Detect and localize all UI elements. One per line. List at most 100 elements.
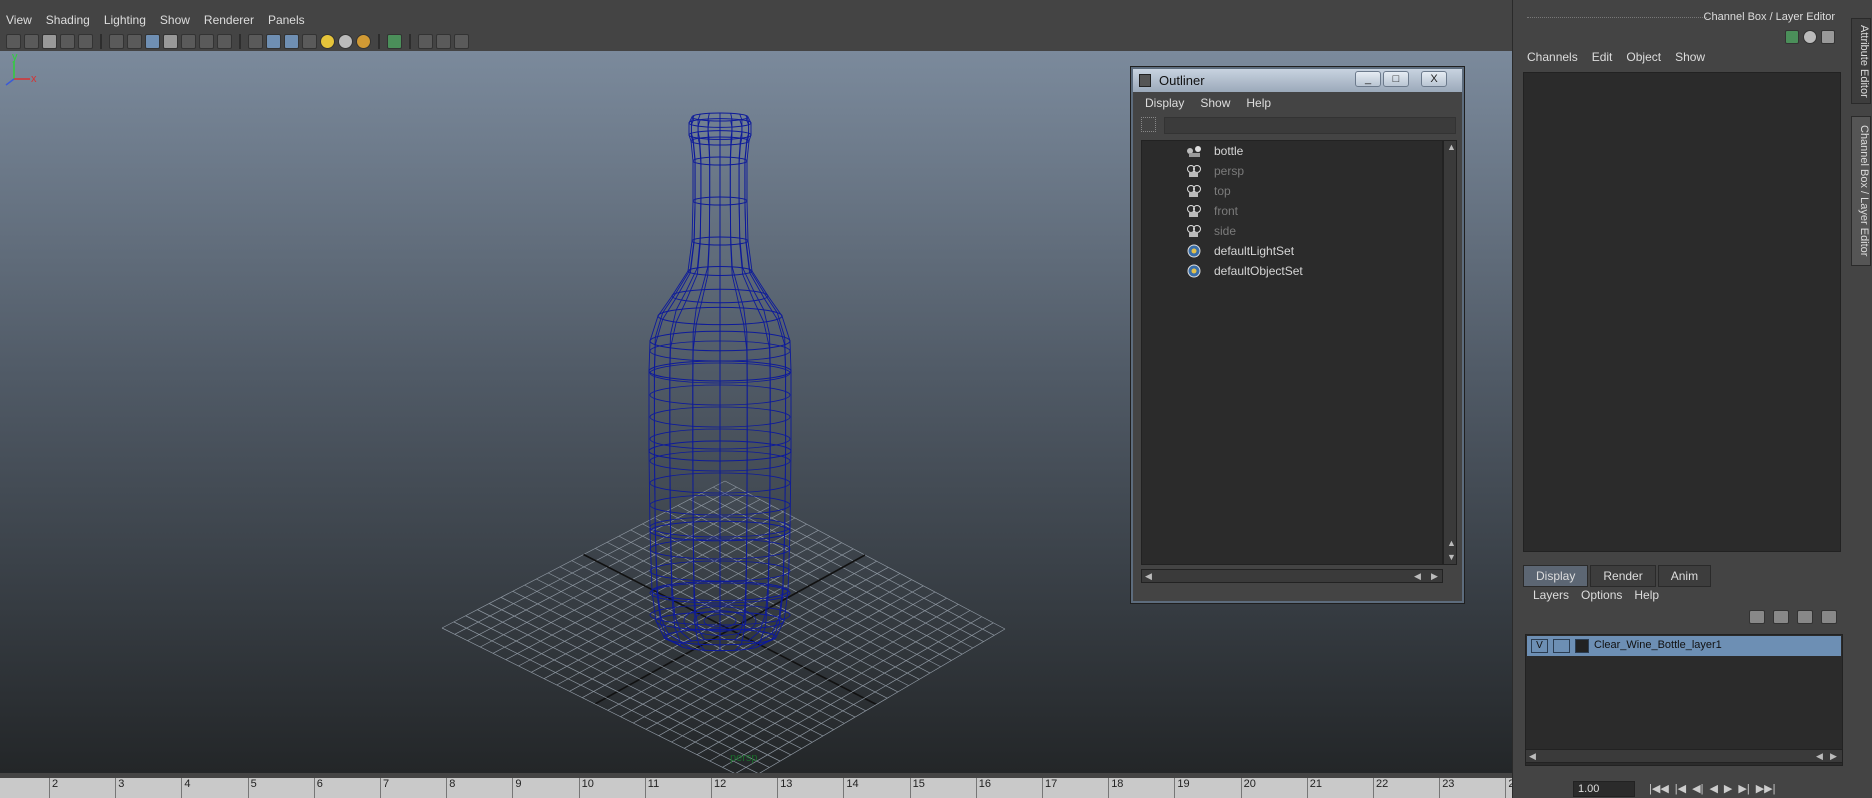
xray-icon[interactable] [418,33,433,49]
new-empty-layer-icon[interactable] [1797,610,1813,624]
scroll-left-icon[interactable]: ◀ [1145,572,1152,581]
resolution-gate-icon[interactable] [145,33,160,49]
new-layer-from-selection-icon[interactable] [1821,610,1837,624]
menu-panels[interactable]: Panels [268,13,305,27]
use-all-lights-icon[interactable] [320,33,335,49]
go-to-end-icon[interactable]: ▶▶| [1756,782,1776,795]
le-menu-help[interactable]: Help [1634,588,1659,602]
wireframe-on-shaded-icon[interactable] [284,33,299,49]
hyperbolic-icon[interactable] [1821,30,1835,44]
tab-render[interactable]: Render [1590,565,1656,587]
two-d-pan-zoom-icon[interactable] [78,33,93,49]
timeline-tick: 19 [1174,778,1190,798]
tab-anim[interactable]: Anim [1657,565,1712,587]
le-menu-options[interactable]: Options [1581,588,1622,602]
channel-box-body[interactable] [1523,72,1841,552]
drag-handle-icon[interactable] [1527,17,1707,19]
step-forward-frame-icon[interactable]: ▶| [1738,782,1749,795]
outliner-menu-show[interactable]: Show [1200,96,1230,110]
menu-lighting[interactable]: Lighting [104,13,146,27]
safe-action-icon[interactable] [199,33,214,49]
outliner-search-input[interactable] [1164,117,1456,134]
maximize-button[interactable]: □ [1383,71,1409,87]
outliner-menu-display[interactable]: Display [1145,96,1184,110]
outliner-item-defaultLightSet[interactable]: defaultLightSet [1142,241,1442,261]
layer-playback-toggle[interactable] [1553,639,1570,653]
outliner-item-label: front [1214,204,1239,218]
safe-title-icon[interactable] [217,33,232,49]
outliner-titlebar[interactable]: Outliner _ □ X [1133,69,1462,92]
filter-icon[interactable] [1141,117,1156,132]
outliner-item-side[interactable]: side [1142,221,1442,241]
time-slider[interactable]: 23456789101112131415161718192021222324 [0,778,1521,798]
toolbar-separator [100,33,102,49]
scroll-left-icon[interactable]: ◀ [1414,572,1421,581]
bookmarks-icon[interactable] [42,33,57,49]
select-camera-icon[interactable] [6,33,21,49]
outliner-item-defaultObjectSet[interactable]: defaultObjectSet [1142,261,1442,281]
smooth-shade-icon[interactable] [266,33,281,49]
outliner-vertical-scrollbar[interactable]: ▲ ▲ ▼ [1443,140,1457,565]
step-back-key-icon[interactable]: |◀ [1675,782,1686,795]
tab-display[interactable]: Display [1523,565,1589,587]
speed-icon[interactable] [1803,30,1817,44]
move-layer-up-icon[interactable] [1749,610,1765,624]
minimize-button[interactable]: _ [1355,71,1381,87]
outliner-menu-help[interactable]: Help [1246,96,1271,110]
current-frame-field[interactable] [1573,781,1635,797]
gate-mask-icon[interactable] [163,33,178,49]
le-menu-layers[interactable]: Layers [1533,588,1569,602]
image-plane-icon[interactable] [60,33,75,49]
isolate-select-icon[interactable] [387,33,402,49]
move-layer-down-icon[interactable] [1773,610,1789,624]
layer-horizontal-scrollbar[interactable]: ◀ ◀ ▶ [1525,749,1843,763]
outliner-item-persp[interactable]: persp [1142,161,1442,181]
cb-menu-object[interactable]: Object [1626,50,1661,64]
scroll-right-icon[interactable]: ▶ [1830,752,1837,761]
outliner-list[interactable]: bottle persp top front side defaultLightSet de… [1141,140,1443,565]
play-backward-icon[interactable]: ◀ [1709,782,1717,795]
outliner-horizontal-scrollbar[interactable]: ◀ ◀ ▶ [1141,569,1443,583]
close-button[interactable]: X [1421,71,1447,87]
scroll-left-icon[interactable]: ◀ [1816,752,1823,761]
textured-icon[interactable] [302,33,317,49]
outliner-item-top[interactable]: top [1142,181,1442,201]
camera-attributes-icon[interactable] [24,33,39,49]
tab-attribute-editor[interactable]: Attribute Editor [1851,18,1871,104]
scroll-left-icon[interactable]: ◀ [1529,752,1536,761]
layer-color-swatch[interactable] [1575,639,1589,653]
go-to-start-icon[interactable]: |◀◀ [1649,782,1669,795]
outliner-item-bottle[interactable]: bottle [1142,141,1442,161]
high-quality-icon[interactable] [356,33,371,49]
manipulator-icon[interactable] [1785,30,1799,44]
film-gate-icon[interactable] [127,33,142,49]
timeline-tick: 4 [181,778,191,798]
wireframe-icon[interactable] [248,33,263,49]
field-chart-icon[interactable] [181,33,196,49]
outliner-item-front[interactable]: front [1142,201,1442,221]
xray-joints-icon[interactable] [436,33,451,49]
layer-list[interactable]: V Clear_Wine_Bottle_layer1 [1525,634,1843,766]
menu-show[interactable]: Show [160,13,190,27]
menu-shading[interactable]: Shading [46,13,90,27]
shadows-icon[interactable] [338,33,353,49]
outliner-window[interactable]: Outliner _ □ X Display Show Help bottle p… [1130,66,1465,604]
menu-view[interactable]: View [6,13,32,27]
outliner-item-label: defaultLightSet [1214,244,1295,258]
scroll-up-icon[interactable]: ▲ [1447,539,1456,548]
grid-icon[interactable] [109,33,124,49]
node-editor-icon[interactable] [454,33,469,49]
cb-menu-edit[interactable]: Edit [1592,50,1613,64]
layer-name[interactable]: Clear_Wine_Bottle_layer1 [1594,639,1722,651]
cb-menu-show[interactable]: Show [1675,50,1705,64]
menu-renderer[interactable]: Renderer [204,13,254,27]
layer-visibility-toggle[interactable]: V [1531,639,1548,653]
scroll-right-icon[interactable]: ▶ [1431,572,1438,581]
cb-menu-channels[interactable]: Channels [1527,50,1578,64]
step-back-frame-icon[interactable]: ◀| [1692,782,1703,795]
layer-row[interactable]: V Clear_Wine_Bottle_layer1 [1527,636,1841,656]
play-forward-icon[interactable]: ▶ [1724,782,1732,795]
scroll-down-icon[interactable]: ▼ [1447,553,1456,562]
scroll-up-icon[interactable]: ▲ [1447,143,1456,152]
tab-channel-box-layer-editor[interactable]: Channel Box / Layer Editor [1851,116,1871,266]
